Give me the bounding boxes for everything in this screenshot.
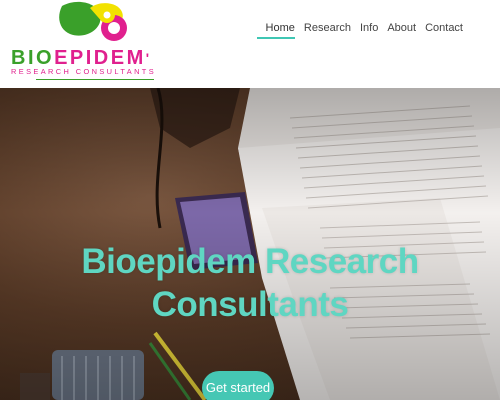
logo-mark-icon bbox=[59, 1, 127, 41]
hero-section: Bioepidem Research Consultants Get start… bbox=[0, 88, 500, 400]
logo-apostrophe: ' bbox=[145, 50, 152, 66]
logo-wordmark-part1: BIO bbox=[11, 47, 55, 69]
nav-link-about[interactable]: About bbox=[378, 21, 416, 39]
hero-title-line2: Consultants bbox=[151, 285, 349, 324]
logo-wordmark: BIOEPIDEM' bbox=[11, 48, 152, 68]
logo-tagline: RESEARCH CONSULTANTS bbox=[11, 67, 157, 76]
hero-title-line1: Bioepidem Research bbox=[81, 242, 419, 281]
hero-title: Bioepidem Research Consultants bbox=[0, 240, 500, 326]
logo-underline bbox=[36, 79, 154, 80]
logo-wordmark-part2: EPIDEM bbox=[54, 47, 146, 69]
nav-link-contact[interactable]: Contact bbox=[416, 21, 463, 39]
main-nav: Home Research Info About Contact bbox=[256, 21, 463, 39]
nav-link-home[interactable]: Home bbox=[256, 21, 295, 39]
get-started-button[interactable]: Get started bbox=[202, 371, 274, 400]
brand-logo[interactable]: BIOEPIDEM' RESEARCH CONSULTANTS bbox=[8, 0, 178, 86]
nav-link-info[interactable]: Info bbox=[351, 21, 378, 39]
nav-link-research[interactable]: Research bbox=[295, 21, 351, 39]
site-header: BIOEPIDEM' RESEARCH CONSULTANTS Home Res… bbox=[0, 0, 500, 88]
